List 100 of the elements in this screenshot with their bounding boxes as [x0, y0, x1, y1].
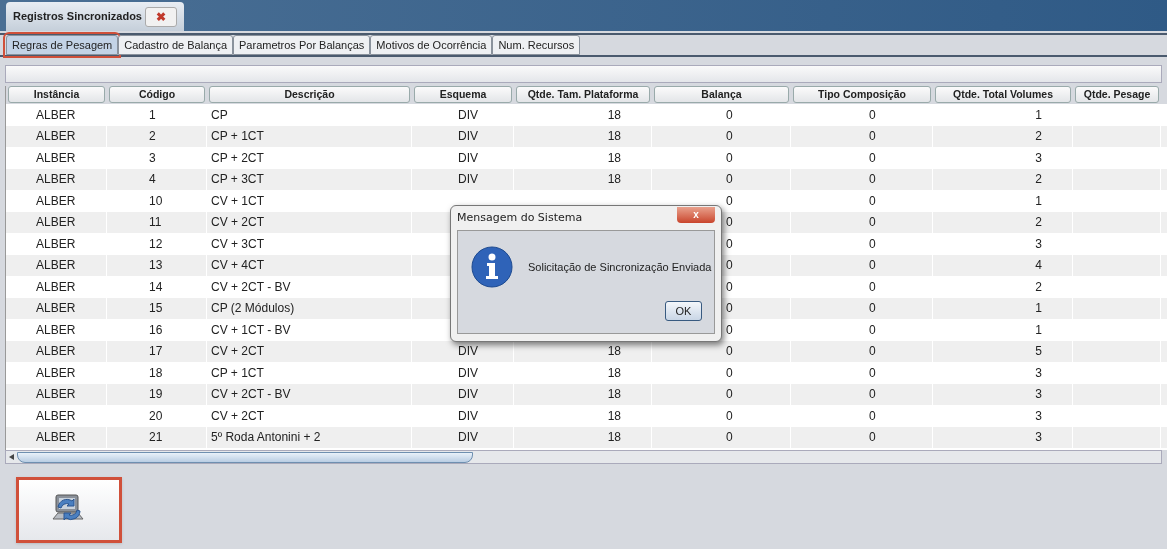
table-cell-text: DIV — [458, 106, 478, 124]
table-cell-text: CV + 2CT — [211, 343, 264, 361]
table-cell-text: ALBER — [36, 214, 76, 232]
table-cell-text: DIV — [458, 149, 478, 167]
table-cell-text: 3 — [1035, 407, 1042, 425]
table-cell-text: 0 — [726, 278, 733, 296]
table-cell-text: 0 — [869, 192, 876, 210]
table-cell-text: 1 — [149, 106, 156, 124]
table-cell-text: 5 — [1035, 343, 1042, 361]
table-cell-text: 0 — [869, 343, 876, 361]
tab-title: Registros Sincronizados — [13, 9, 142, 25]
table-cell-text: 0 — [869, 386, 876, 404]
table-cell-text: DIV — [458, 171, 478, 189]
table-cell-text: 3 — [1035, 235, 1042, 253]
table-cell-text: ALBER — [36, 386, 76, 404]
table-cell-text: ALBER — [36, 106, 76, 124]
table-cell-text: 11 — [149, 214, 162, 232]
table-cell-text: 0 — [869, 171, 876, 189]
column-header[interactable]: Qtde. Tam. Plataforma — [516, 86, 650, 103]
table-cell-text: 18 — [607, 364, 621, 382]
table-cell-text: 0 — [726, 128, 733, 146]
table-cell-text: 3 — [1035, 429, 1042, 447]
tab[interactable]: Num. Recursos — [492, 35, 581, 55]
table-cell-text: CP (2 Módulos) — [211, 300, 295, 318]
column-header[interactable]: Descrição — [209, 86, 410, 103]
table-cell-text: 2 — [1035, 128, 1042, 146]
table-cell-text: CV + 1CT — [211, 192, 264, 210]
table-cell-text: 2 — [1035, 214, 1042, 232]
table-cell-text: 15 — [149, 300, 163, 318]
column-header[interactable]: Tipo Composição — [793, 86, 931, 103]
table-cell-text: 2 — [149, 128, 156, 146]
table-cell-text: DIV — [458, 386, 478, 404]
table-cell-text: 20 — [149, 407, 163, 425]
table-cell-text: ALBER — [36, 149, 76, 167]
table-cell-text: ALBER — [36, 257, 76, 275]
table-cell-text: DIV — [458, 429, 478, 447]
close-button[interactable]: ✖ — [145, 6, 177, 27]
table-cell-text: 0 — [869, 149, 876, 167]
column-header[interactable]: Qtde. Total Volumes — [935, 86, 1071, 103]
table-cell-text: 1 — [1035, 300, 1042, 318]
table-cell-text: 0 — [726, 429, 733, 447]
ok-button[interactable]: OK — [665, 301, 702, 321]
table-cell-text: 0 — [726, 364, 733, 382]
column-header[interactable]: Instância — [8, 86, 105, 103]
table-cell-text: ALBER — [36, 235, 76, 253]
table-cell-text: DIV — [458, 343, 478, 361]
table-cell-text: CV + 2CT - BV — [211, 278, 291, 296]
table-cell-text: ALBER — [36, 429, 76, 447]
table-cell-text: ALBER — [36, 321, 76, 339]
document-tab[interactable]: Registros Sincronizados ✖ — [6, 2, 184, 31]
table-cell-text: ALBER — [36, 343, 76, 361]
table-cell-text: 1 — [1035, 192, 1042, 210]
table-cell-text: 18 — [607, 106, 621, 124]
table-cell-text: 14 — [149, 278, 163, 296]
info-icon — [471, 246, 513, 288]
table-cell-text: 18 — [607, 149, 621, 167]
tab[interactable]: Cadastro de Balança — [118, 35, 233, 55]
table-cell-text: 0 — [726, 321, 733, 339]
table-cell-text: CP + 1CT — [211, 128, 264, 146]
table-cell-text: ALBER — [36, 300, 76, 318]
table-cell-text: DIV — [458, 128, 478, 146]
table-cell-text: 0 — [869, 407, 876, 425]
table-cell-text: CP + 3CT — [211, 171, 264, 189]
table-cell-text: CV + 3CT — [211, 235, 264, 253]
table-cell-text: 2 — [1035, 278, 1042, 296]
table-cell-text: CV + 2CT - BV — [211, 386, 291, 404]
table-cell-text: 0 — [869, 128, 876, 146]
table-cell-text: 18 — [607, 429, 621, 447]
table-cell-text: 1 — [1035, 106, 1042, 124]
table-cell-text: CP + 2CT — [211, 149, 264, 167]
column-header[interactable]: Código — [109, 86, 205, 103]
sync-button[interactable] — [16, 477, 122, 543]
table-cell-text: 0 — [726, 171, 733, 189]
table-cell-text: 12 — [149, 235, 163, 253]
table-cell-text: 0 — [869, 235, 876, 253]
table-cell-text: 4 — [1035, 257, 1042, 275]
scroll-thumb[interactable] — [17, 451, 473, 463]
table-cell-text: ALBER — [36, 192, 76, 210]
scroll-left-icon[interactable] — [9, 454, 14, 460]
table-cell-text: 0 — [869, 214, 876, 232]
tab[interactable]: Motivos de Ocorrência — [370, 35, 493, 55]
table-cell-text: 18 — [607, 386, 621, 404]
tab[interactable]: Regras de Pesagem — [6, 35, 119, 55]
table-cell-text: 3 — [1035, 364, 1042, 382]
table-cell-text: 0 — [726, 235, 733, 253]
horizontal-scrollbar[interactable] — [5, 450, 1162, 464]
table-cell-text: 0 — [726, 300, 733, 318]
table-cell-text: 0 — [869, 278, 876, 296]
table-cell-text: 0 — [726, 192, 733, 210]
table-cell-text: 0 — [869, 364, 876, 382]
table-cell-text: 3 — [1035, 386, 1042, 404]
table-cell-text: 0 — [869, 257, 876, 275]
column-header[interactable]: Qtde. Pesage — [1075, 86, 1159, 103]
column-header[interactable]: Balança — [654, 86, 789, 103]
table-cell-text: 0 — [869, 321, 876, 339]
tab[interactable]: Parametros Por Balanças — [233, 35, 371, 55]
table-cell-text: 0 — [726, 106, 733, 124]
table-cell-text: ALBER — [36, 407, 76, 425]
column-header[interactable]: Esquema — [414, 86, 512, 103]
table-cell-text: 0 — [726, 149, 733, 167]
